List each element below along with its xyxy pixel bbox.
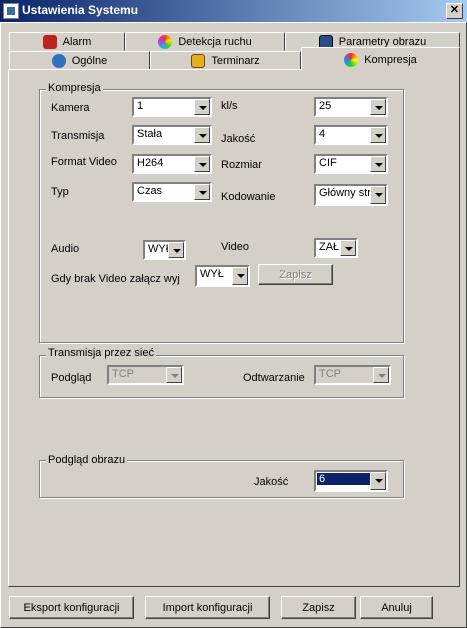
tab-terminarz[interactable]: Terminarz [150,51,301,70]
type-value: Czas [137,185,163,197]
motion-icon [158,34,173,49]
title-bar[interactable]: Ustawienia Systemu ✕ [0,0,467,22]
size-select[interactable]: CIF [314,154,388,174]
no-video-output-value: WYŁ [200,268,224,280]
schedule-icon [191,53,206,68]
transmission-value: Stała [137,128,163,140]
type-label: Typ [51,186,69,198]
tab-kompresja-label: Kompresja [364,53,417,66]
tab-alarm-label: Alarm [62,35,92,48]
tab-detekcja-ruchu[interactable]: Detekcja ruchu [125,32,285,51]
type-select[interactable]: Czas [132,182,212,202]
tab-ogolne[interactable]: Ogólne [9,51,150,70]
camera-value: 1 [137,100,144,112]
audio-label: Audio [51,243,80,255]
video-select[interactable]: ZAŁ [314,238,358,258]
encoding-select[interactable]: Główny str [314,184,388,206]
tab-ogolne-label: Ogólne [71,54,108,67]
quality-select[interactable]: 4 [314,125,388,145]
encoding-value: Główny str [319,187,371,199]
no-video-output-select[interactable]: WYŁ [195,265,250,287]
close-button[interactable]: ✕ [446,3,463,19]
video-format-value: H264 [137,157,164,169]
chevron-down-icon[interactable] [370,472,386,490]
fps-label: kl/s [221,100,238,112]
chevron-down-icon[interactable] [370,156,386,172]
quality-value: 4 [319,128,326,140]
transmission-label: Transmisja [51,130,105,142]
general-icon [51,53,66,68]
compression-group-legend: Kompresja [46,82,103,94]
export-config-button[interactable]: Eksport konfiguracji [9,596,134,619]
chevron-down-icon[interactable] [194,156,210,172]
tab-parametry-label: Parametry obrazu [338,35,427,48]
alarm-icon [42,34,57,49]
playback-protocol-select[interactable]: TCP [314,365,391,385]
chevron-down-icon[interactable] [166,367,182,383]
chevron-down-icon[interactable] [168,242,184,258]
tab-detekcja-label: Detekcja ruchu [178,35,252,48]
chevron-down-icon[interactable] [370,99,386,115]
encoding-label: Kodowanie [221,191,276,203]
tab-kompresja[interactable]: Kompresja [301,47,460,71]
playback-protocol-label: Odtwarzanie [243,372,305,384]
size-value: CIF [319,157,337,169]
chevron-down-icon[interactable] [373,367,389,383]
compression-icon [344,52,359,67]
video-format-select[interactable]: H264 [132,154,212,174]
chevron-down-icon[interactable] [194,127,210,143]
preview-protocol-select[interactable]: TCP [107,365,184,385]
cancel-button[interactable]: Anuluj [360,596,433,619]
camera-label: Kamera [51,102,90,114]
chevron-down-icon[interactable] [232,267,248,285]
quality-label: Jakość [221,133,256,145]
tab-alarm[interactable]: Alarm [9,32,125,51]
audio-select[interactable]: WYŁ [143,240,186,260]
import-config-button[interactable]: Import konfiguracji [145,596,270,619]
network-group-legend: Transmisja przez sieć [46,347,156,359]
save-button[interactable]: Zapisz [281,596,356,619]
preview-protocol-value: TCP [112,368,134,380]
chevron-down-icon[interactable] [194,184,210,200]
chevron-down-icon[interactable] [370,186,386,204]
camera-select[interactable]: 1 [132,97,212,117]
app-icon [3,3,19,19]
no-video-output-label: Gdy brak Video załącz wyj [51,273,180,285]
preview-protocol-label: Podgląd [51,372,92,384]
preview-group-legend: Podgląd obrazu [46,454,128,466]
fps-select[interactable]: 25 [314,97,388,117]
tab-terminarz-label: Terminarz [211,54,260,67]
playback-protocol-value: TCP [319,368,341,380]
chevron-down-icon[interactable] [340,240,356,256]
preview-quality-label: Jakość [254,476,289,488]
video-label: Video [221,241,249,253]
size-label: Rozmiar [221,159,262,171]
chevron-down-icon[interactable] [370,127,386,143]
transmission-select[interactable]: Stała [132,125,212,145]
window-title: Ustawienia Systemu [22,3,139,17]
video-format-label: Format Video [51,156,117,168]
preview-quality-select[interactable]: 6 [314,470,388,492]
compression-save-button[interactable]: Zapisz [258,264,333,285]
fps-value: 25 [319,100,332,112]
chevron-down-icon[interactable] [194,99,210,115]
video-value: ZAŁ [319,241,340,253]
